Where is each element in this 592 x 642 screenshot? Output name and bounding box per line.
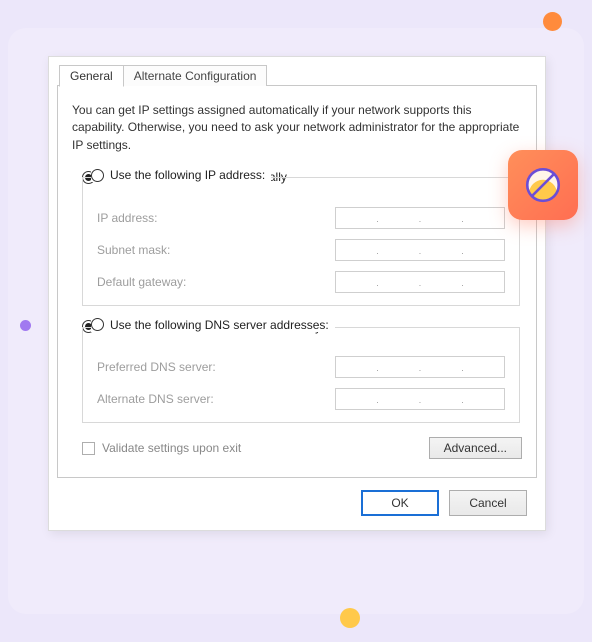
tab-bar: General Alternate Configuration <box>59 65 537 86</box>
decoration-dot <box>340 608 360 628</box>
checkbox-label: Validate settings upon exit <box>102 441 241 455</box>
alternate-dns-label: Alternate DNS server: <box>97 392 335 406</box>
tab-content-general: You can get IP settings assigned automat… <box>57 85 537 478</box>
advanced-button[interactable]: Advanced... <box>429 437 522 459</box>
ip-address-input[interactable]: ... <box>335 207 505 229</box>
dns-manual-group: Use the following DNS server addresses: … <box>82 327 520 424</box>
default-gateway-input[interactable]: ... <box>335 271 505 293</box>
subnet-mask-input[interactable]: ... <box>335 239 505 261</box>
ip-address-label: IP address: <box>97 211 335 225</box>
description-text: You can get IP settings assigned automat… <box>72 102 522 154</box>
block-badge <box>508 150 578 220</box>
alternate-dns-input[interactable]: ... <box>335 388 505 410</box>
ok-button[interactable]: OK <box>361 490 439 516</box>
default-gateway-label: Default gateway: <box>97 275 335 289</box>
preferred-dns-input[interactable]: ... <box>335 356 505 378</box>
radio-use-following-ip[interactable]: Use the following IP address: <box>91 168 271 182</box>
checkbox-icon <box>82 442 95 455</box>
radio-label: Use the following DNS server addresses: <box>110 318 329 332</box>
radio-label: Use the following IP address: <box>110 168 265 182</box>
subnet-mask-label: Subnet mask: <box>97 243 335 257</box>
cancel-button[interactable]: Cancel <box>449 490 527 516</box>
decoration-dot <box>543 12 562 31</box>
tab-general[interactable]: General <box>59 65 124 87</box>
ip-settings-dialog: General Alternate Configuration You can … <box>48 56 546 531</box>
preferred-dns-label: Preferred DNS server: <box>97 360 335 374</box>
dialog-button-row: OK Cancel <box>57 478 537 516</box>
radio-icon <box>91 169 104 182</box>
tab-alternate-configuration[interactable]: Alternate Configuration <box>123 65 268 86</box>
ip-manual-group: Use the following IP address: IP address… <box>82 177 520 306</box>
validate-settings-checkbox[interactable]: Validate settings upon exit <box>82 441 241 455</box>
radio-use-following-dns[interactable]: Use the following DNS server addresses: <box>91 318 335 332</box>
prohibit-icon <box>522 164 564 206</box>
decoration-dot <box>20 320 31 331</box>
radio-icon <box>91 318 104 331</box>
